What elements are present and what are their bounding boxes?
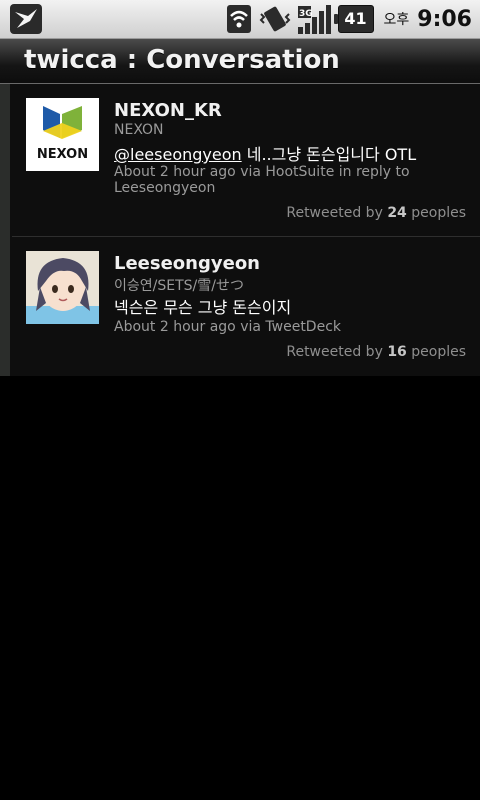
tweet-item[interactable]: NEXON NEXON_KR NEXON @leeseongyeon 네..그냥… xyxy=(12,84,480,237)
retweet-count: Retweeted by 16 peoples xyxy=(286,344,466,360)
mention-link[interactable]: @leeseongyeon xyxy=(114,145,242,164)
tweet-meta: About 2 hour ago via HootSuite in reply … xyxy=(114,164,410,196)
conversation-list[interactable]: NEXON NEXON_KR NEXON @leeseongyeon 네..그냥… xyxy=(0,84,480,376)
twicca-notification-icon[interactable] xyxy=(10,4,42,34)
tweet-text: @leeseongyeon 네..그냥 돈슨입니다 OTL xyxy=(114,141,470,165)
page-title: twicca : Conversation xyxy=(24,45,340,75)
tweet-body: 네..그냥 돈슨입니다 OTL xyxy=(241,145,417,164)
title-bar: twicca : Conversation xyxy=(0,39,480,84)
clock-time: 9:06 xyxy=(417,6,472,32)
wifi-icon xyxy=(226,5,251,33)
tweet-item[interactable]: Leeseongyeon 이승연/SETS/雪/せつ 넥슨은 무슨 그냥 돈슨이… xyxy=(12,237,480,376)
retweet-number: 16 xyxy=(387,344,407,360)
left-indicator-bar xyxy=(0,84,10,376)
anime-girl-avatar-icon xyxy=(26,251,99,324)
retweet-number: 24 xyxy=(387,205,407,221)
battery-level: 41 xyxy=(344,9,367,28)
tweet-text: 넥슨은 무슨 그냥 돈슨이지 xyxy=(114,298,292,317)
svg-text:NEXON: NEXON xyxy=(37,147,88,162)
tweet-screen-name[interactable]: NEXON_KR xyxy=(114,100,222,121)
avatar[interactable] xyxy=(26,251,99,324)
clock-ampm: 오후 xyxy=(383,12,410,28)
tweet-full-name: 이승연/SETS/雪/せつ xyxy=(114,278,244,294)
status-icons: 3G 41 오후 9:06 xyxy=(220,0,472,38)
vibrate-icon xyxy=(259,6,290,32)
nexon-logo-icon: NEXON xyxy=(26,98,99,171)
tweet-screen-name[interactable]: Leeseongyeon xyxy=(114,253,260,274)
signal-3g-icon: 3G xyxy=(297,5,331,34)
tweet-full-name: NEXON xyxy=(114,122,164,138)
tweet-meta: About 2 hour ago via TweetDeck xyxy=(114,319,342,335)
battery-icon: 41 xyxy=(333,5,374,33)
avatar[interactable]: NEXON xyxy=(26,98,99,171)
retweet-count: Retweeted by 24 peoples xyxy=(286,205,466,221)
network-label: 3G xyxy=(299,9,313,19)
status-bar: 3G 41 오후 9:06 xyxy=(0,0,480,39)
